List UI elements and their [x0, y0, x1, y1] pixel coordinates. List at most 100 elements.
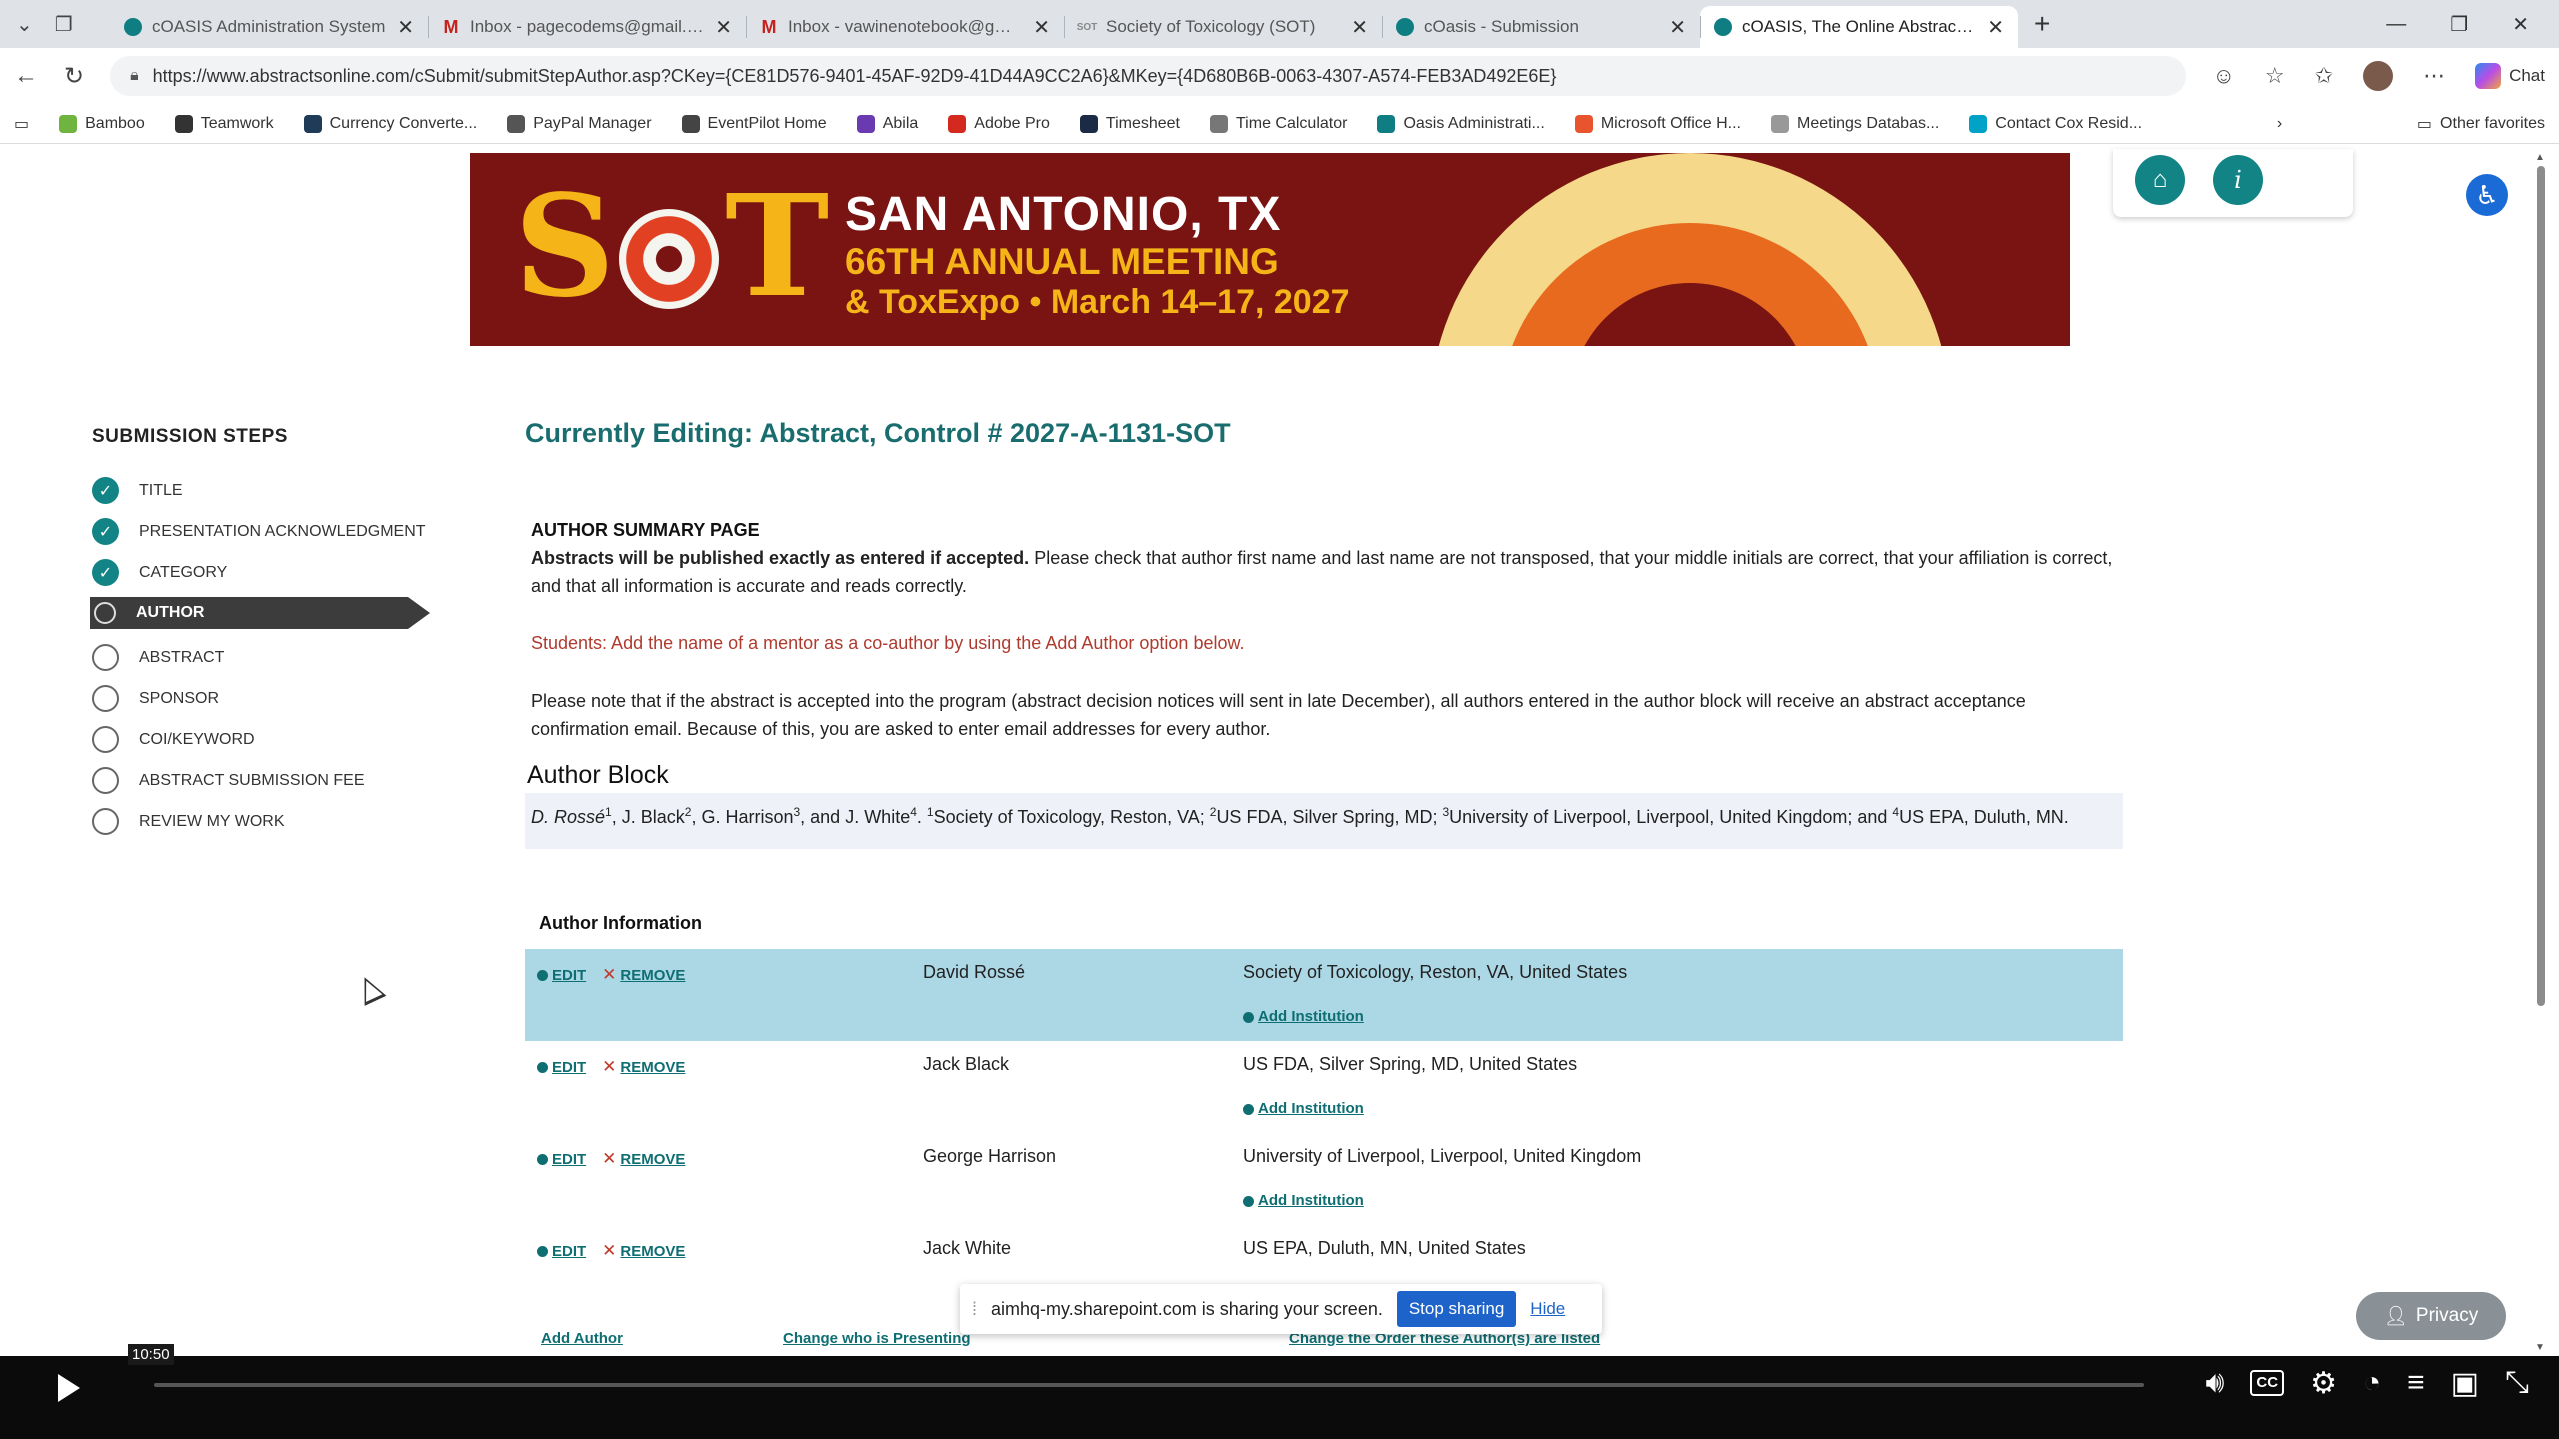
step-sponsor[interactable]: SPONSOR — [92, 678, 432, 719]
scrollbar-thumb[interactable] — [2537, 166, 2545, 1006]
copilot-chat-button[interactable]: Chat — [2475, 63, 2545, 89]
privacy-button[interactable]: 👤︎ Privacy — [2356, 1292, 2506, 1340]
close-tab-icon[interactable]: ✕ — [1351, 15, 1368, 40]
progress-track[interactable] — [154, 1383, 2144, 1387]
tab-actions-icon[interactable]: ⌄ — [16, 12, 33, 37]
sot-icon: SOT — [1076, 21, 1098, 33]
playback-speed-icon[interactable]: ◔ — [2363, 1366, 2381, 1401]
scroll-up-icon[interactable]: ▲ — [2535, 152, 2545, 163]
reader-icon[interactable]: ☺ — [2212, 63, 2234, 89]
browser-tab[interactable]: M Inbox - pagecodems@gmail.com ✕ — [428, 6, 746, 48]
picture-in-picture-icon[interactable]: ▣ — [2451, 1366, 2479, 1401]
step-presentation-acknowledgment[interactable]: ✓ PRESENTATION ACKNOWLEDGMENT — [92, 511, 432, 552]
bookmarks-overflow-icon[interactable]: › — [2277, 115, 2282, 133]
publish-notice-bold: Abstracts will be published exactly as e… — [531, 548, 1030, 568]
profile-avatar[interactable] — [2363, 61, 2394, 91]
bullet-icon — [537, 1062, 548, 1074]
add-institution-label: Add Institution — [1258, 1008, 1364, 1025]
back-icon[interactable]: ← — [14, 62, 38, 90]
bookmark-item[interactable]: Teamwork — [174, 114, 274, 133]
settings-gear-icon[interactable]: ⚙︎ — [2310, 1366, 2337, 1401]
bookmark-item[interactable]: Meetings Databas... — [1771, 114, 1939, 133]
other-favorites[interactable]: ▭ Other favorites — [2417, 114, 2545, 134]
bookmark-item[interactable]: PayPal Manager — [507, 114, 652, 133]
edit-author-link[interactable]: EDIT — [537, 1059, 586, 1076]
remove-author-link[interactable]: ✕ REMOVE — [602, 1057, 685, 1077]
change-presenting-link[interactable]: Change who is Presenting — [783, 1330, 971, 1347]
bookmark-item[interactable]: EventPilot Home — [681, 114, 827, 133]
author-block-a3: , G. Harrison — [691, 807, 794, 827]
gmail-icon: M — [761, 16, 777, 37]
info-icon[interactable]: i — [2213, 155, 2263, 205]
bookmark-item[interactable]: Time Calculator — [1210, 114, 1347, 133]
bookmark-favicon-icon — [681, 114, 700, 133]
restore-icon[interactable]: ❐ — [2450, 12, 2468, 37]
add-author-link[interactable]: Add Author — [541, 1330, 623, 1347]
close-window-icon[interactable]: ✕ — [2512, 12, 2529, 37]
add-institution-link[interactable]: Add Institution — [1243, 1192, 1364, 1209]
bookmark-label: Bamboo — [85, 114, 145, 132]
captions-icon[interactable]: CC — [2250, 1370, 2285, 1396]
bookmark-item[interactable]: Adobe Pro — [948, 114, 1050, 133]
home-icon[interactable]: ⌂ — [2135, 155, 2185, 205]
close-tab-icon[interactable]: ✕ — [715, 15, 732, 40]
more-icon[interactable]: ⋯ — [2423, 63, 2445, 89]
step-category[interactable]: ✓ CATEGORY — [92, 552, 432, 593]
step-title[interactable]: ✓ TITLE — [92, 470, 432, 511]
step-review-my-work[interactable]: REVIEW MY WORK — [92, 801, 432, 842]
bookmark-menu-icon[interactable]: ▭ — [14, 114, 29, 134]
video-player-controls: 10:50 🔊︎ CC ⚙︎ ◔ ≡ ▣ ⤡ — [0, 1344, 2559, 1439]
page-scrollbar[interactable]: ▲ ▼ — [2535, 152, 2547, 1353]
add-institution-link[interactable]: Add Institution — [1243, 1008, 1364, 1025]
bookmark-item[interactable]: Bamboo — [59, 114, 145, 133]
step-coi-keyword[interactable]: COI/KEYWORD — [92, 719, 432, 760]
exit-fullscreen-icon[interactable]: ⤡ — [2505, 1366, 2529, 1401]
author-block-a1: D. Rossé — [531, 807, 606, 827]
remove-author-link[interactable]: ✕ REMOVE — [602, 1149, 685, 1169]
current-step-circle-icon — [94, 602, 116, 624]
workspaces-icon[interactable]: ❐ — [55, 12, 73, 37]
add-institution-link[interactable]: Add Institution — [1243, 1100, 1364, 1117]
refresh-icon[interactable]: ↻ — [64, 62, 84, 91]
hide-share-bar-link[interactable]: Hide — [1530, 1299, 1565, 1319]
bookmark-item[interactable]: Oasis Administrati... — [1377, 114, 1545, 133]
stop-sharing-button[interactable]: Stop sharing — [1396, 1291, 1517, 1327]
browser-tab[interactable]: cOASIS, The Online Abstract Subm ✕ — [1700, 6, 2018, 48]
browser-tab[interactable]: cOasis - Submission ✕ — [1382, 6, 1700, 48]
step-abstract-submission-fee[interactable]: ABSTRACT SUBMISSION FEE — [92, 760, 432, 801]
url-field[interactable]: 🔒︎ https://www.abstractsonline.com/cSubm… — [110, 56, 2187, 96]
close-tab-icon[interactable]: ✕ — [397, 15, 414, 40]
minimize-icon[interactable]: — — [2386, 13, 2406, 36]
bookmark-item[interactable]: Microsoft Office H... — [1574, 114, 1741, 133]
close-tab-icon[interactable]: ✕ — [1033, 15, 1050, 40]
new-tab-icon[interactable]: + — [2018, 8, 2066, 48]
accessibility-icon[interactable]: ♿︎ — [2466, 174, 2508, 216]
remove-x-icon: ✕ — [602, 1241, 617, 1260]
empty-circle-icon — [92, 767, 119, 794]
edit-author-link[interactable]: EDIT — [537, 1151, 586, 1168]
remove-author-link[interactable]: ✕ REMOVE — [602, 1241, 685, 1261]
edit-author-link[interactable]: EDIT — [537, 1243, 586, 1260]
close-tab-icon[interactable]: ✕ — [1987, 15, 2004, 40]
browser-tab[interactable]: SOT Society of Toxicology (SOT) ✕ — [1064, 6, 1382, 48]
bookmark-item[interactable]: Contact Cox Resid... — [1969, 114, 2142, 133]
close-tab-icon[interactable]: ✕ — [1669, 15, 1686, 40]
edit-author-link[interactable]: EDIT — [537, 967, 586, 984]
step-abstract[interactable]: ABSTRACT — [92, 637, 432, 678]
transcript-icon[interactable]: ≡ — [2407, 1366, 2425, 1401]
bookmark-item[interactable]: Timesheet — [1079, 114, 1180, 133]
scroll-down-icon[interactable]: ▼ — [2535, 1342, 2545, 1353]
remove-author-link[interactable]: ✕ REMOVE — [602, 965, 685, 985]
play-icon[interactable] — [58, 1374, 80, 1402]
volume-icon[interactable]: 🔊︎ — [2206, 1366, 2225, 1401]
favorite-star-icon[interactable]: ☆ — [2265, 63, 2285, 89]
favorites-icon[interactable]: ✩ — [2315, 63, 2333, 89]
browser-tab[interactable]: cOASIS Administration System ✕ — [110, 6, 428, 48]
step-author[interactable]: AUTHOR — [90, 597, 430, 629]
browser-tab[interactable]: M Inbox - vawinenotebook@gmail.c ✕ — [746, 6, 1064, 48]
bookmark-item[interactable]: Abila — [856, 114, 918, 133]
site-info-icon[interactable]: 🔒︎ — [130, 67, 139, 85]
bookmark-item[interactable]: Currency Converte... — [303, 114, 477, 133]
author-actions: EDIT ✕ REMOVE — [537, 965, 685, 985]
drag-handle-icon[interactable]: ⁞ — [972, 1299, 977, 1320]
